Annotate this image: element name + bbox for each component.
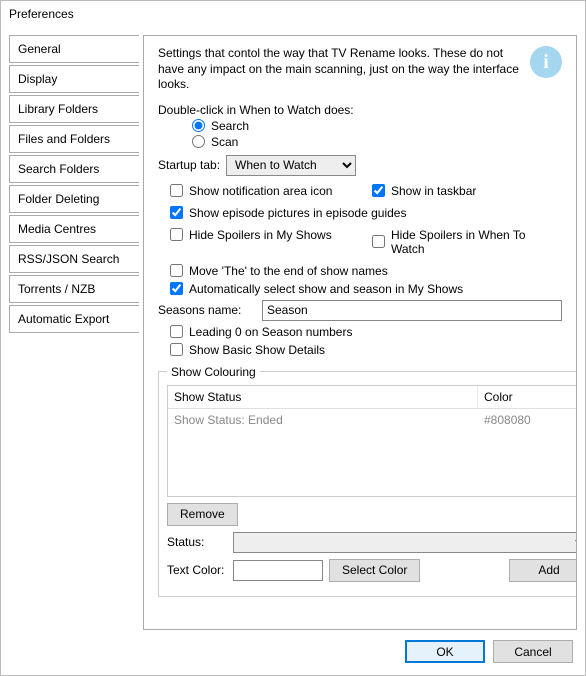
sidebar-item-automatic-export[interactable]: Automatic Export	[9, 305, 139, 333]
show-colouring-group: Show Colouring Show Status Color Show St…	[158, 365, 577, 597]
cb-move-the[interactable]	[170, 264, 183, 277]
cb-hide-wtw[interactable]	[372, 235, 385, 248]
cb-notification[interactable]	[170, 184, 183, 197]
sidebar-item-torrents-nzb[interactable]: Torrents / NZB	[9, 275, 139, 303]
add-button[interactable]: Add	[509, 559, 577, 582]
cb-auto-select[interactable]	[170, 282, 183, 295]
cb-leading0-label: Leading 0 on Season numbers	[189, 325, 352, 339]
cb-hide-my[interactable]	[170, 228, 183, 241]
status-select[interactable]	[233, 532, 577, 553]
cb-move-the-label: Move 'The' to the end of show names	[189, 264, 388, 278]
remove-button[interactable]: Remove	[167, 503, 238, 526]
sidebar-item-folder-deleting[interactable]: Folder Deleting	[9, 185, 139, 213]
panel-description: Settings that contol the way that TV Ren…	[158, 46, 522, 93]
cell-color: #808080	[478, 409, 577, 431]
seasons-name-label: Seasons name:	[158, 303, 256, 317]
startup-tab-label: Startup tab:	[158, 158, 220, 172]
seasons-name-input[interactable]	[262, 300, 562, 321]
radio-scan-label: Scan	[211, 135, 238, 149]
col-header-status[interactable]: Show Status	[168, 386, 478, 408]
sidebar-item-general[interactable]: General	[9, 35, 139, 63]
preferences-window: Preferences General Display Library Fold…	[0, 0, 586, 676]
cb-auto-select-label: Automatically select show and season in …	[189, 282, 463, 296]
ok-button[interactable]: OK	[405, 640, 485, 663]
select-color-button[interactable]: Select Color	[329, 559, 420, 582]
textcolor-label: Text Color:	[167, 563, 227, 577]
radio-scan[interactable]	[192, 135, 205, 148]
sidebar-item-display[interactable]: Display	[9, 65, 139, 93]
sidebar-item-rss-json[interactable]: RSS/JSON Search	[9, 245, 139, 273]
cb-pictures-label: Show episode pictures in episode guides	[189, 206, 406, 220]
radio-search-label: Search	[211, 119, 249, 133]
colouring-table[interactable]: Show Status Color Show Status: Ended #80…	[167, 385, 577, 497]
cancel-button[interactable]: Cancel	[493, 640, 573, 663]
cb-basic[interactable]	[170, 343, 183, 356]
info-icon[interactable]: i	[530, 46, 562, 78]
sidebar: General Display Library Folders Files an…	[9, 35, 139, 630]
content-panel: Settings that contol the way that TV Ren…	[143, 35, 577, 630]
window-title: Preferences	[1, 1, 585, 27]
cb-leading0[interactable]	[170, 325, 183, 338]
show-colouring-legend: Show Colouring	[167, 365, 260, 379]
dialog-footer: OK Cancel	[1, 630, 585, 675]
dblclick-label: Double-click in When to Watch does:	[158, 103, 562, 117]
startup-tab-select[interactable]: When to Watch	[226, 155, 356, 176]
radio-search[interactable]	[192, 119, 205, 132]
cb-basic-label: Show Basic Show Details	[189, 343, 325, 357]
cb-hide-wtw-label: Hide Spoilers in When To Watch	[391, 228, 550, 256]
cell-status: Show Status: Ended	[168, 409, 478, 431]
cb-notification-label: Show notification area icon	[189, 184, 332, 198]
cb-pictures[interactable]	[170, 206, 183, 219]
textcolor-input[interactable]	[233, 560, 323, 581]
cb-hide-my-label: Hide Spoilers in My Shows	[189, 228, 332, 242]
cb-taskbar[interactable]	[372, 184, 385, 197]
sidebar-item-search-folders[interactable]: Search Folders	[9, 155, 139, 183]
cb-taskbar-label: Show in taskbar	[391, 184, 476, 198]
sidebar-item-files-folders[interactable]: Files and Folders	[9, 125, 139, 153]
col-header-color[interactable]: Color	[478, 386, 577, 408]
status-label: Status:	[167, 535, 227, 549]
sidebar-item-library-folders[interactable]: Library Folders	[9, 95, 139, 123]
table-row[interactable]: Show Status: Ended #808080	[168, 409, 577, 431]
sidebar-item-media-centres[interactable]: Media Centres	[9, 215, 139, 243]
